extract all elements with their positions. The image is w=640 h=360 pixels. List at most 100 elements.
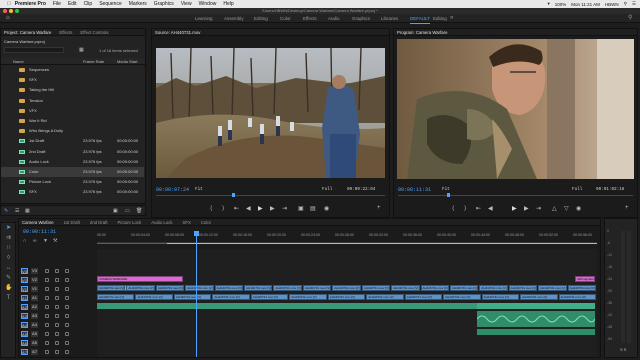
project-search-input[interactable] (4, 47, 64, 53)
video-clip[interactable]: AH440731.mov [V] (481, 294, 520, 300)
menu-list-icon[interactable]: ☰ (632, 1, 636, 7)
workspace-editing-2[interactable]: Editing (433, 14, 447, 23)
tab-picture-lock[interactable]: Picture Lock (118, 219, 142, 225)
lock-icon[interactable] (45, 332, 49, 336)
video-clip[interactable]: AH440731.mov [V] (361, 285, 391, 291)
folder-icon[interactable]: ▭ (125, 208, 130, 214)
track-name[interactable]: V3 (31, 268, 38, 274)
track-target[interactable]: V3 (21, 268, 28, 274)
source-quality-select[interactable]: Full (322, 187, 332, 192)
video-clip[interactable]: AH440731.mov [V] (155, 285, 185, 291)
eye-icon[interactable] (65, 323, 69, 327)
lock-icon[interactable] (45, 269, 49, 273)
pencil-icon[interactable]: ✎ (4, 208, 8, 214)
search-icon[interactable]: ⚲ (624, 1, 627, 7)
new-bin-icon[interactable]: ▦ (79, 47, 84, 53)
ripple-edit-icon[interactable]: ∷ (5, 245, 12, 251)
search-help-icon[interactable]: ⚲ (628, 14, 632, 23)
sync-icon[interactable] (55, 350, 59, 354)
video-clip[interactable]: AH440731.mov [V] (97, 285, 126, 291)
menu-window[interactable]: Window (199, 1, 217, 7)
track-name[interactable]: A2 (31, 304, 38, 310)
video-clip[interactable]: AH440731.mov [V] (212, 294, 250, 300)
video-clip[interactable]: AH440731.mov [V] (214, 285, 244, 291)
insert-icon[interactable]: ▣ (298, 205, 304, 212)
video-clip[interactable]: AH440731.mov [V] (508, 285, 538, 291)
new-item-icon[interactable]: ▣ (113, 208, 118, 214)
mark-in-icon[interactable]: ⟨ (452, 205, 454, 212)
video-clip[interactable]: AH440731.mov [V] (250, 294, 289, 300)
workspace-default[interactable]: DEFAULT (410, 14, 430, 24)
audio-clip-a1-end[interactable] (477, 303, 595, 309)
video-clip[interactable]: AH440731.mov [V] (558, 294, 596, 300)
eye-icon[interactable] (65, 350, 69, 354)
project-item[interactable]: SFX (1, 75, 144, 85)
sync-icon[interactable] (55, 323, 59, 327)
menu-markers[interactable]: Markers (129, 1, 147, 7)
selection-tool-icon[interactable]: ➤ (5, 225, 12, 231)
track-header[interactable]: A7 A7 (19, 348, 95, 356)
track-header[interactable]: A5 A5 (19, 330, 95, 338)
tab-project[interactable]: Project: Camera Warfare (4, 29, 51, 35)
video-clip[interactable]: AH440731.mov [V] (443, 294, 481, 300)
track-name[interactable]: V2 (31, 277, 38, 283)
sync-icon[interactable] (55, 296, 59, 300)
video-clip[interactable]: AH440731.mov [V] (273, 285, 302, 291)
video-clip[interactable]: AH440731.mov [V] (97, 294, 135, 300)
video-clip[interactable]: AH440731.mov [V] (302, 285, 332, 291)
audio-clip-music[interactable] (476, 311, 596, 327)
wifi-icon[interactable]: ▾ (547, 1, 549, 7)
snap-icon[interactable]: ∩ (23, 238, 27, 244)
clock[interactable]: Mon 11:21 AM (571, 2, 600, 7)
overwrite-icon[interactable]: ▤ (310, 205, 316, 212)
eye-icon[interactable] (65, 269, 69, 273)
sync-icon[interactable] (55, 287, 59, 291)
pen-tool-icon[interactable]: ✎ (5, 275, 12, 281)
col-media-start[interactable]: Media Start (117, 58, 137, 65)
project-item[interactable]: Who Brings A Dolly (1, 126, 144, 136)
track-name[interactable]: A5 (31, 331, 38, 337)
video-clip[interactable]: AH440731.mov [V] (538, 285, 567, 291)
col-frame-rate[interactable]: Frame Rate (83, 58, 104, 65)
source-fit-select[interactable]: Fit (195, 187, 203, 192)
go-to-out-icon[interactable]: ⇥ (282, 205, 287, 212)
track-name[interactable]: A3 (31, 313, 38, 319)
project-item[interactable]: Audio Lock 23.976 fps 00:00:00:00 (1, 157, 144, 167)
video-clip[interactable]: AH440731.mov [V] (391, 285, 420, 291)
track-target[interactable]: A3 (21, 313, 28, 319)
sync-icon[interactable] (55, 305, 59, 309)
workspace-color[interactable]: Color (280, 14, 291, 23)
camera-icon[interactable]: ◉ (576, 205, 581, 212)
step-back-icon[interactable]: ◀ (488, 205, 493, 212)
track-header[interactable]: A4 A4 (19, 321, 95, 329)
video-clip[interactable]: AH440731.mov [V] (244, 285, 273, 291)
video-clip[interactable]: AH440731.mov [V] (327, 294, 366, 300)
track-header[interactable]: A1 A1 (19, 294, 95, 302)
sync-icon[interactable] (55, 278, 59, 282)
lock-icon[interactable] (45, 323, 49, 327)
audio-clip-a1[interactable] (97, 303, 477, 309)
slip-tool-icon[interactable]: ↔ (5, 265, 12, 271)
col-name[interactable]: Name (13, 58, 24, 65)
lock-icon[interactable] (45, 287, 49, 291)
program-timecode[interactable]: 00:00:11:31 (398, 187, 431, 193)
add-button-icon[interactable]: + (625, 205, 629, 211)
track-header[interactable]: A6 A6 (19, 339, 95, 347)
project-item[interactable]: VFX (1, 106, 144, 116)
project-item[interactable]: Tension (1, 96, 144, 106)
step-back-icon[interactable]: ◀ (246, 205, 251, 212)
project-item[interactable]: War It Rid (1, 116, 144, 126)
end-title-clip[interactable]: ARCsignature (575, 276, 595, 282)
track-header[interactable]: A2 A2 (19, 303, 95, 311)
program-monitor-title[interactable]: Program: Camera Warfare (397, 29, 447, 35)
app-menu[interactable]: Premiere Pro (15, 1, 46, 7)
step-forward-icon[interactable]: ▶ (270, 205, 275, 212)
minimize-window-button[interactable] (9, 9, 13, 13)
lock-icon[interactable] (45, 350, 49, 354)
source-scrub-bar[interactable] (156, 195, 385, 196)
track-name[interactable]: A1 (31, 295, 38, 301)
video-clip[interactable]: AH440731.mov [V] (126, 285, 155, 291)
track-name[interactable]: V1 (31, 286, 38, 292)
razor-tool-icon[interactable]: ◊ (5, 255, 12, 261)
tab-sfx[interactable]: SFX (182, 219, 190, 225)
